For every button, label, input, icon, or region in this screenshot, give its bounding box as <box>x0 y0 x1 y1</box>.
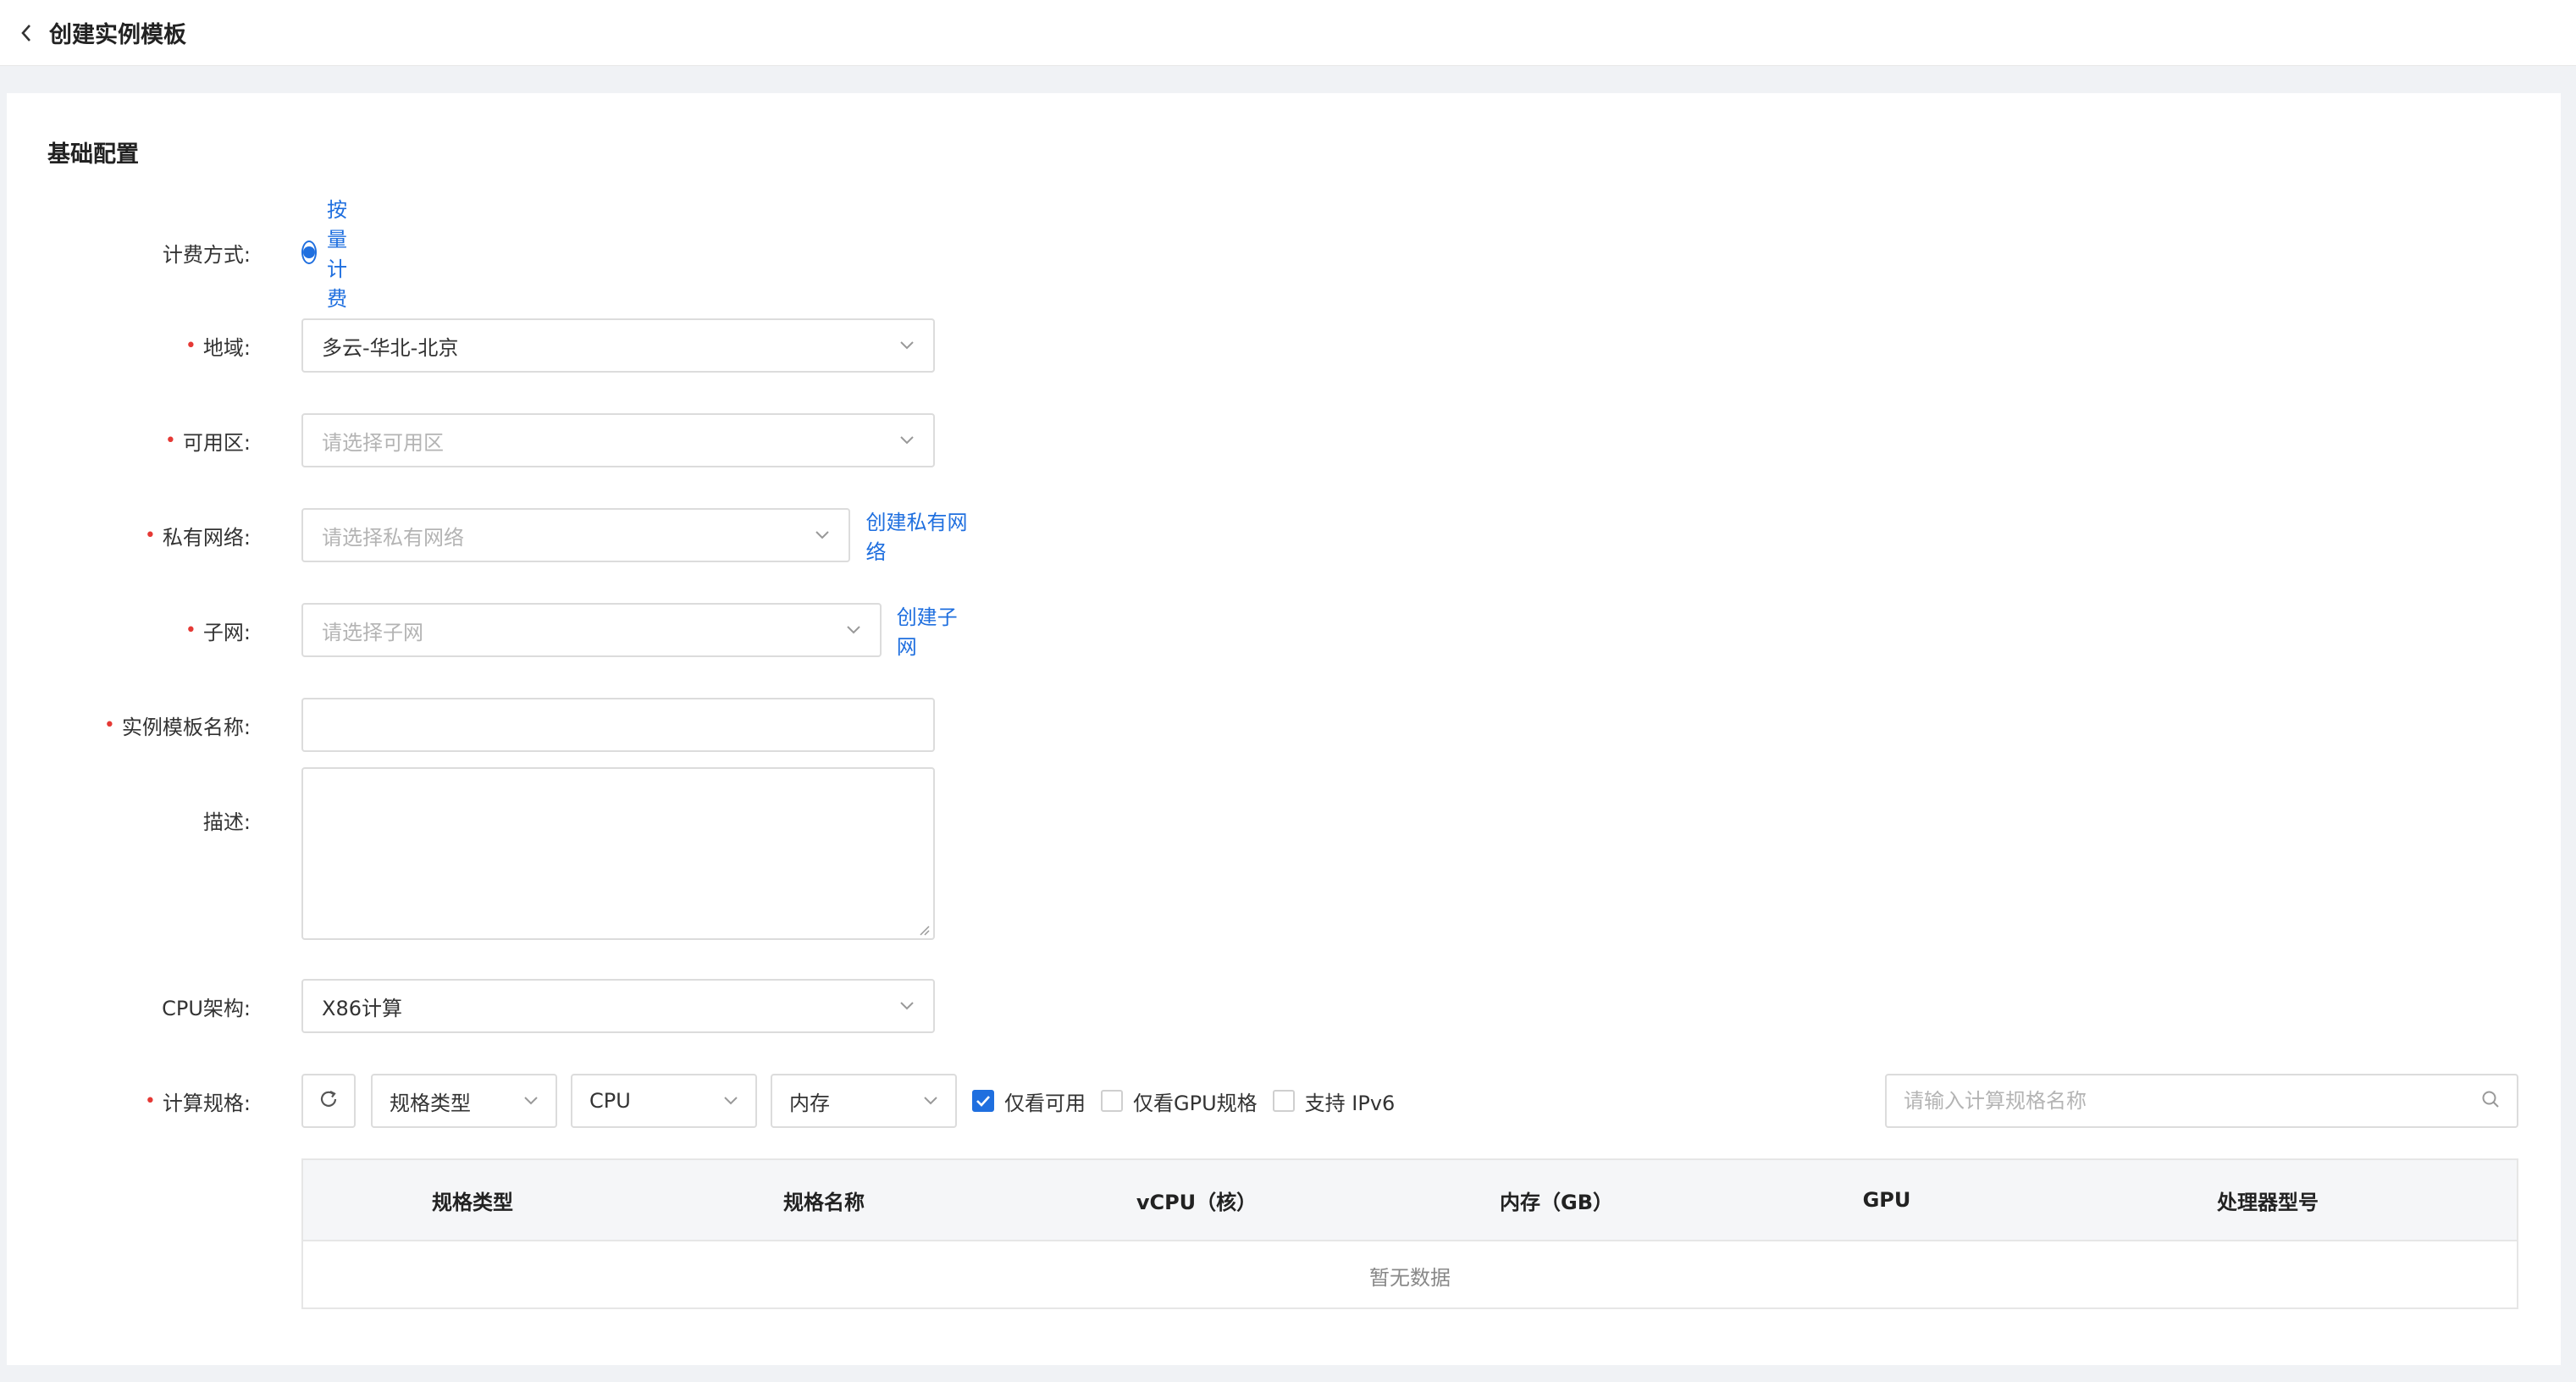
ipv6-checkbox[interactable] <box>1272 1090 1295 1112</box>
cpu-arch-row: CPU架构: X86计算 <box>7 979 935 1033</box>
region-select[interactable]: 多云-华北-北京 <box>301 318 935 373</box>
memory-filter-label: 内存 <box>789 1091 830 1115</box>
zone-select[interactable]: 请选择可用区 <box>301 413 935 467</box>
spec-table: 规格类型 规格名称 vCPU（核） 内存（GB） GPU 处理器型号 暂无数据 <box>301 1158 2518 1309</box>
vpc-select-placeholder: 请选择私有网络 <box>322 525 464 550</box>
vpc-row: • 私有网络: 请选择私有网络 创建私有网络 <box>7 508 967 564</box>
required-mark: • <box>144 1090 156 1112</box>
search-icon[interactable] <box>2481 1090 2500 1112</box>
billing-radio[interactable] <box>301 240 317 264</box>
refresh-icon <box>318 1088 340 1114</box>
top-bar: 创建实例模板 <box>0 0 2576 66</box>
billing-radio-group[interactable]: 按量计费 <box>301 193 356 312</box>
memory-filter[interactable]: 内存 <box>771 1074 957 1128</box>
vpc-select[interactable]: 请选择私有网络 <box>301 508 851 562</box>
zone-row: • 可用区: 请选择可用区 <box>7 413 935 467</box>
check-icon <box>976 1096 990 1107</box>
required-mark: • <box>185 334 196 357</box>
spec-search-input[interactable] <box>1904 1089 2446 1113</box>
create-subnet-link[interactable]: 创建子网 <box>897 600 970 660</box>
section-title: 基础配置 <box>47 141 139 168</box>
chevron-down-icon <box>923 1093 938 1108</box>
chevron-down-icon <box>815 528 830 543</box>
region-label: • 地域: <box>185 334 251 360</box>
chevron-down-icon <box>846 622 861 638</box>
ipv6-label[interactable]: 支持 IPv6 <box>1305 1086 1396 1116</box>
vpc-label: • 私有网络: <box>144 524 251 550</box>
spec-search-box <box>1885 1074 2518 1128</box>
table-empty-text: 暂无数据 <box>1369 1265 1451 1290</box>
template-name-label: • 实例模板名称: <box>103 714 251 739</box>
subnet-label: • 子网: <box>185 619 251 644</box>
region-select-value: 多云-华北-北京 <box>322 335 459 360</box>
required-mark: • <box>144 524 156 546</box>
billing-row: 计费方式: 按量计费 <box>7 198 347 311</box>
spec-type-filter-label: 规格类型 <box>390 1091 471 1115</box>
cpu-filter-label: CPU <box>589 1089 631 1113</box>
chevron-down-icon <box>899 433 915 448</box>
template-name-input[interactable] <box>301 698 935 752</box>
gpu-only-checkbox[interactable] <box>1101 1090 1123 1112</box>
billing-label: 计费方式: <box>162 242 251 267</box>
cpu-arch-label: CPU架构: <box>162 996 251 1020</box>
region-row: • 地域: 多云-华北-北京 <box>7 318 935 373</box>
chevron-down-icon <box>899 338 915 353</box>
available-only-checkbox[interactable] <box>972 1090 994 1112</box>
chevron-down-icon <box>899 998 915 1014</box>
zone-select-placeholder: 请选择可用区 <box>322 430 444 455</box>
column-header-spec-name: 规格名称 <box>783 1190 865 1214</box>
column-header-memory: 内存（GB） <box>1500 1190 1613 1214</box>
subnet-select[interactable]: 请选择子网 <box>301 603 882 657</box>
column-header-processor: 处理器型号 <box>2217 1190 2319 1214</box>
compute-spec-row: • 计算规格: 规格类型 CPU 内存 仅看可用 仅看GPU规格 支持 IPv6… <box>7 1074 2561 1128</box>
page-title: 创建实例模板 <box>49 22 186 48</box>
required-mark: • <box>103 714 115 736</box>
cpu-filter[interactable]: CPU <box>571 1074 757 1128</box>
description-row: 描述: <box>7 793 251 847</box>
template-name-row: • 实例模板名称: <box>7 698 935 752</box>
column-header-vcpu: vCPU（核） <box>1136 1190 1258 1214</box>
required-mark: • <box>164 429 176 451</box>
chevron-down-icon <box>523 1093 539 1108</box>
resize-handle-icon[interactable] <box>918 923 930 936</box>
back-arrow-icon[interactable] <box>15 22 37 44</box>
zone-label: • 可用区: <box>164 429 251 455</box>
form-card: 基础配置 计费方式: 按量计费 • 地域: 多云-华北-北京 • 可用区: 请选择可… <box>7 93 2561 1365</box>
cpu-arch-select-value: X86计算 <box>322 996 402 1020</box>
radio-dot <box>303 246 315 258</box>
subnet-row: • 子网: 请选择子网 创建子网 <box>7 603 958 659</box>
column-header-spec-type: 规格类型 <box>432 1190 513 1214</box>
column-header-gpu: GPU <box>1862 1188 1911 1212</box>
required-mark: • <box>185 619 196 641</box>
table-header: 规格类型 规格名称 vCPU（核） 内存（GB） GPU 处理器型号 <box>303 1160 2517 1241</box>
compute-spec-label: • 计算规格: <box>144 1090 251 1115</box>
create-vpc-link[interactable]: 创建私有网络 <box>865 506 970 565</box>
description-label: 描述: <box>202 810 251 834</box>
chevron-down-icon <box>723 1093 738 1108</box>
cpu-arch-select[interactable]: X86计算 <box>301 979 935 1033</box>
billing-option-label[interactable]: 按量计费 <box>327 193 356 312</box>
subnet-select-placeholder: 请选择子网 <box>322 620 423 644</box>
description-textarea[interactable] <box>301 767 935 940</box>
spec-type-filter[interactable]: 规格类型 <box>371 1074 557 1128</box>
refresh-button[interactable] <box>301 1074 356 1128</box>
available-only-label[interactable]: 仅看可用 <box>1004 1086 1086 1116</box>
gpu-only-label[interactable]: 仅看GPU规格 <box>1133 1086 1258 1116</box>
